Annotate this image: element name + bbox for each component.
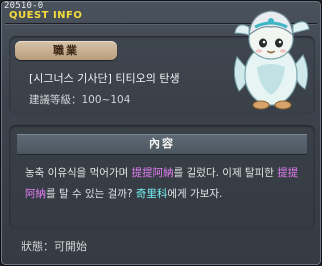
job-tag: 職業 — [15, 41, 117, 60]
quest-description: 농축 이유식을 먹어가며 提提阿納를 길렀다. 이제 탈피한 提提阿納를 탈 수… — [25, 163, 303, 205]
desc-text: 를 길렀다. 이제 탈피한 — [173, 167, 278, 179]
npc-portrait-icon — [233, 10, 310, 110]
quest-info-window: 20510-0 QUEST INFO 職業 [시그너스 기사단] 티티오의 탄생… — [0, 0, 322, 266]
quest-name: [시그너스 기사단] 티티오의 탄생 — [29, 72, 180, 85]
status-label: 狀態： — [21, 240, 54, 253]
level-label: 建議等級： — [29, 94, 82, 106]
desc-text: 농축 이유식을 먹어가며 — [25, 167, 132, 179]
quest-status: 狀態：可開始 — [21, 238, 87, 254]
desc-text: 에게 가보자. — [167, 188, 223, 200]
level-range: 100~104 — [81, 94, 131, 106]
content-header: 內容 — [17, 134, 307, 154]
status-value: 可開始 — [54, 240, 87, 253]
window-title: QUEST INFO — [9, 10, 83, 21]
desc-text: 를 탈 수 있는 걸까? — [46, 188, 136, 200]
npc-place-highlight: 奇里科 — [135, 188, 168, 200]
npc-name-highlight: 提提阿納 — [131, 167, 174, 179]
recommended-level: 建議等級：100~104 — [29, 92, 130, 107]
